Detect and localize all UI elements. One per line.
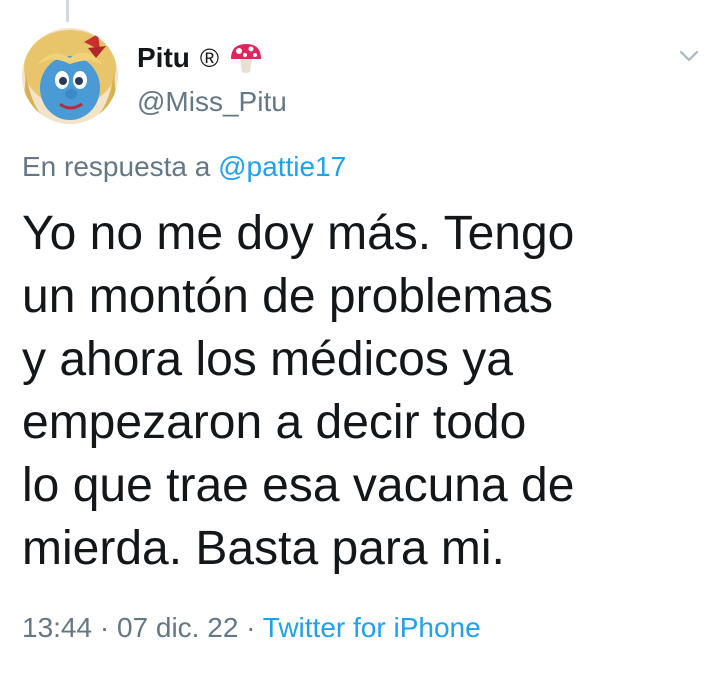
author-name-row: Pitu ® — [137, 38, 263, 78]
tweet-date[interactable]: 07 dic. 22 — [117, 612, 238, 643]
reply-to-handle-link[interactable]: @pattie17 — [218, 151, 346, 182]
chevron-down-icon[interactable] — [677, 48, 701, 64]
meta-separator: · — [99, 612, 110, 643]
tweet-source-link[interactable]: Twitter for iPhone — [263, 612, 481, 643]
tweet-time[interactable]: 13:44 — [22, 612, 92, 643]
avatar[interactable] — [22, 28, 118, 124]
reply-prefix: En respuesta a — [22, 151, 211, 182]
registered-mark: ® — [199, 42, 220, 73]
tweet-text: Yo no me doy más. Tengo un montón de pro… — [22, 207, 575, 575]
meta-separator: · — [246, 612, 256, 643]
author-display-name[interactable]: Pitu — [137, 42, 190, 74]
thread-connector-line — [66, 0, 69, 22]
mushroom-icon — [229, 41, 263, 75]
author-handle[interactable]: @Miss_Pitu — [137, 86, 287, 118]
reply-context: En respuesta a @pattie17 — [22, 151, 346, 183]
tweet-metadata: 13:44 · 07 dic. 22 · Twitter for iPhone — [22, 612, 481, 644]
